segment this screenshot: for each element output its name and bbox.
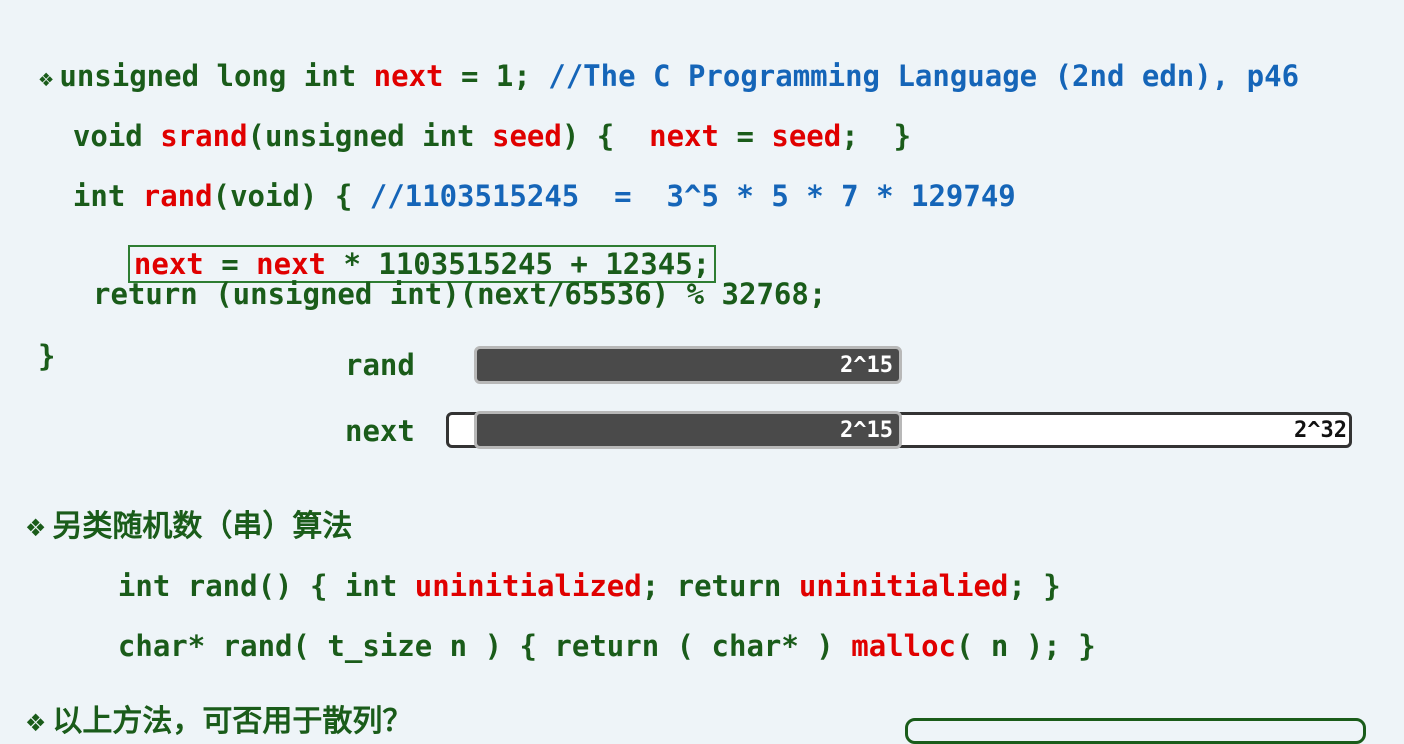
section-heading-hash-question: ❖ 以上方法，可否用于散列？ bbox=[4, 668, 413, 741]
keyword: int bbox=[72, 179, 143, 213]
comment: //1103515245 = 3^5 * 5 * 7 * 129749 bbox=[369, 179, 1016, 213]
code-line-5: return (unsigned int)(next/65536) % 3276… bbox=[93, 277, 827, 311]
alt-code-line-2: char* rand( t_size n ) { return ( char* … bbox=[83, 592, 1096, 664]
code-line-3: int rand(void) { //1103515245 = 3^5 * 5 … bbox=[38, 142, 1016, 214]
diamond-bullet-icon: ❖ bbox=[24, 514, 47, 542]
code-line-4: next = next * 1103515245 + 12345; bbox=[93, 210, 717, 283]
heading-text: 以上方法，可否用于散列？ bbox=[52, 704, 413, 739]
function-malloc: malloc bbox=[851, 629, 956, 663]
next-label: next bbox=[345, 414, 415, 448]
diamond-bullet-icon: ❖ bbox=[24, 709, 47, 737]
bottom-box-edge bbox=[905, 718, 1366, 744]
rand-bar bbox=[474, 346, 902, 384]
next-total-bits-label: 2^32 bbox=[1294, 418, 1347, 443]
rand-label: rand bbox=[345, 348, 415, 382]
next-low-bits-label: 2^15 bbox=[840, 418, 893, 443]
code-text: ( n ); } bbox=[956, 629, 1096, 663]
code-text: char* rand( t_size n ) { return ( char* … bbox=[117, 629, 852, 663]
code-text: (void) { bbox=[212, 179, 370, 213]
next-low-bar bbox=[474, 411, 902, 449]
function-rand: rand bbox=[142, 179, 213, 213]
rand-bits-label: 2^15 bbox=[840, 353, 893, 378]
code-line-6: } bbox=[38, 339, 56, 373]
